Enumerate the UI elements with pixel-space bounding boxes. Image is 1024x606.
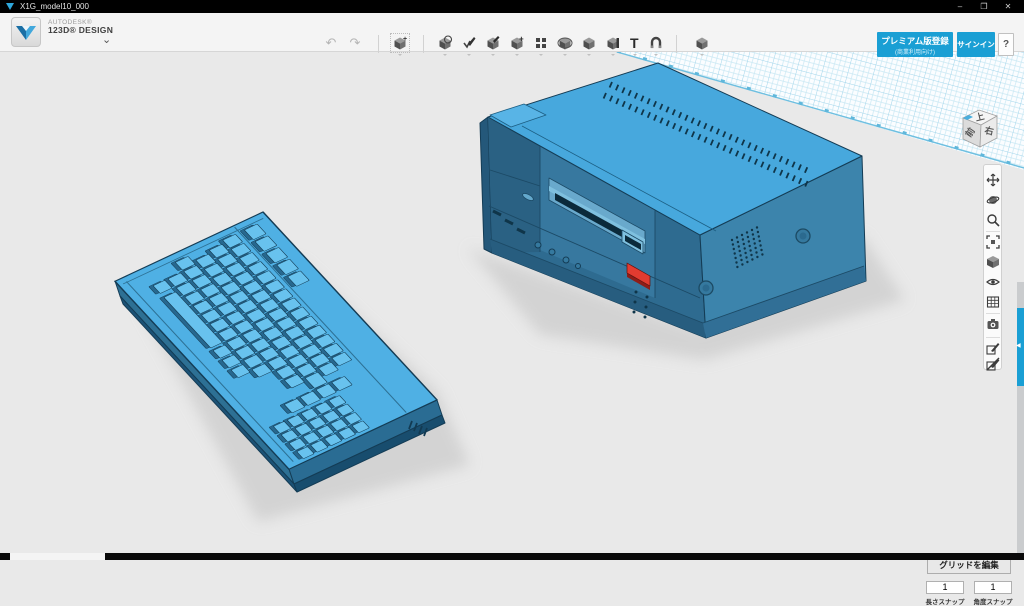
visibility-eye-icon[interactable] (986, 275, 1000, 289)
grid-settings-panel: グリッドを編集 長さスナップ 角度スナップ (925, 557, 1013, 606)
panel-scroll-track[interactable]: ◀ (1017, 282, 1024, 557)
screenshot-camera-icon[interactable] (986, 317, 1000, 331)
svg-text:+: + (519, 35, 524, 44)
primitives-icon (437, 35, 453, 51)
title-bar: X1G_model10_000 – ❐ ✕ (0, 0, 1024, 13)
redo-button[interactable]: ↷ (345, 34, 365, 54)
svg-text:T: T (630, 35, 639, 51)
toolbar-separator (378, 35, 379, 53)
nav-separator (986, 231, 1000, 232)
pattern-icon (533, 35, 549, 51)
fit-icon[interactable] (986, 235, 1000, 249)
view-cube[interactable]: 上 前 右 (952, 106, 1008, 158)
text-icon: T (627, 35, 643, 51)
view-cube-icon (694, 35, 710, 51)
svg-text:+: + (403, 36, 407, 43)
tool-snap[interactable] (646, 34, 666, 54)
123d-logo-icon (12, 18, 40, 46)
tool-transform[interactable]: + (390, 34, 410, 54)
undo-button[interactable]: ↶ (321, 34, 341, 54)
sign-in-button[interactable]: サインイン (957, 32, 995, 57)
length-snap-label: 長さスナップ (925, 596, 965, 606)
zoom-icon[interactable] (986, 213, 1000, 227)
tool-sketch[interactable] (459, 34, 479, 54)
minimize-button[interactable]: – (948, 0, 972, 13)
tool-text[interactable]: T (625, 34, 645, 54)
premium-label: プレミアム版登録 (877, 35, 953, 47)
premium-register-button[interactable]: プレミアム版登録 (商業利用向け) (877, 32, 953, 57)
toolbar-separator (423, 35, 424, 53)
premium-sublabel: (商業利用向け) (877, 47, 953, 56)
transform-icon: + (392, 35, 408, 51)
app-logo[interactable] (11, 17, 41, 47)
close-button[interactable]: ✕ (996, 0, 1020, 13)
collapse-arrow-icon[interactable]: ◀ (1016, 342, 1021, 349)
nav-separator (986, 337, 1000, 338)
taskbar-sliver (0, 553, 1024, 560)
angle-snap-label: 角度スナップ (973, 596, 1013, 606)
chevron-down-icon[interactable]: ⌄ (102, 33, 111, 46)
tool-construct[interactable] (483, 34, 503, 54)
toolbar: AUTODESK® 123D® DESIGN ⌄ ↶ ↷ + + (0, 13, 1024, 52)
measure-icon (605, 35, 621, 51)
tool-combine[interactable] (579, 34, 599, 54)
tool-grouping[interactable] (555, 34, 575, 54)
hide-sketches-icon[interactable] (986, 357, 1000, 371)
view-nav-panel (983, 164, 1002, 370)
length-snap-input[interactable] (926, 581, 964, 594)
panel-scroll-thumb[interactable]: ◀ (1017, 308, 1024, 386)
materials-icon[interactable] (986, 295, 1000, 309)
maximize-button[interactable]: ❐ (972, 0, 996, 13)
tool-view[interactable] (692, 34, 712, 54)
sketch-icon (461, 35, 477, 51)
nav-separator (986, 313, 1000, 314)
toolbar-separator (676, 35, 677, 53)
combine-icon (581, 35, 597, 51)
grouping-icon (557, 35, 573, 51)
help-button[interactable]: ? (998, 33, 1014, 56)
tool-primitives[interactable] (435, 34, 455, 54)
app-icon (6, 3, 14, 10)
show-sketches-icon[interactable] (986, 341, 1000, 355)
shaded-view-icon[interactable] (986, 255, 1000, 269)
taskbar-item[interactable] (10, 553, 105, 560)
window-title: X1G_model10_000 (20, 2, 89, 11)
construct-icon (485, 35, 501, 51)
tool-pattern[interactable] (531, 34, 551, 54)
pan-icon[interactable] (986, 173, 1000, 187)
3d-viewport[interactable] (0, 52, 1024, 553)
tool-modify[interactable]: + (507, 34, 527, 54)
orbit-icon[interactable] (986, 193, 1000, 207)
tool-measure[interactable] (603, 34, 623, 54)
modify-icon: + (509, 35, 525, 51)
snap-magnet-icon (648, 35, 664, 51)
canvas-area: 上 前 右 ◀ グリッドを編集 長さスナップ 角度スナップ (0, 52, 1024, 553)
angle-snap-input[interactable] (974, 581, 1012, 594)
